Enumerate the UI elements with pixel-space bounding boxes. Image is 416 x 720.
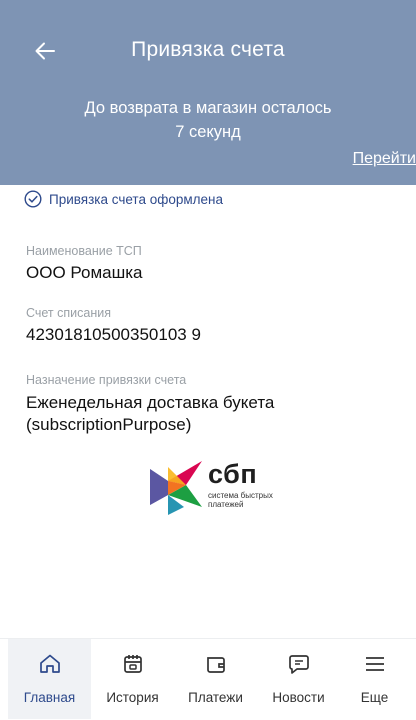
countdown-line1: До возврата в магазин осталось	[84, 99, 332, 117]
purpose-label: Назначение привязки счета	[26, 373, 187, 387]
account-value: 42301810500350103 9	[26, 325, 201, 344]
bottom-navigation: Главная История Платежи Новости Еще	[0, 638, 416, 720]
nav-item-home[interactable]: Главная	[8, 639, 91, 719]
nav-label-more: Еще	[360, 690, 389, 705]
sbp-tagline-2: платежей	[208, 500, 244, 509]
goto-store-link[interactable]: Перейти	[353, 150, 416, 168]
message-icon	[287, 651, 311, 677]
menu-icon	[363, 651, 387, 677]
merchant-field: Наименование ТСП ООО Ромашка	[26, 243, 143, 284]
countdown-line2: 7 секунд	[175, 123, 241, 141]
header-banner: Привязка счета До возврата в магазин ост…	[0, 0, 416, 185]
nav-label-news: Новости	[272, 690, 325, 705]
sbp-tagline-1: система быстрых	[208, 491, 273, 500]
status-text: Привязка счета оформлена	[49, 191, 223, 207]
sbp-logo: сбп система быстрых платежей	[148, 455, 298, 521]
merchant-value: ООО Ромашка	[26, 263, 143, 282]
nav-label-home: Главная	[23, 690, 76, 705]
home-icon	[38, 651, 62, 677]
nav-item-more[interactable]: Еще	[333, 639, 416, 719]
merchant-label: Наименование ТСП	[26, 244, 142, 258]
purpose-field: Назначение привязки счета Еженедельная д…	[26, 372, 326, 436]
nav-item-news[interactable]: Новости	[257, 639, 340, 719]
check-circle-icon	[24, 190, 42, 208]
sbp-logo-icon	[150, 461, 202, 515]
account-label: Счет списания	[26, 306, 111, 320]
sbp-wordmark: сбп	[208, 459, 258, 489]
wallet-icon	[204, 651, 228, 677]
account-field: Счет списания 42301810500350103 9	[26, 305, 201, 346]
page-title: Привязка счета	[131, 38, 285, 61]
nav-label-history: История	[106, 690, 159, 705]
nav-label-payments: Платежи	[188, 690, 243, 705]
calendar-icon	[121, 651, 145, 677]
nav-item-payments[interactable]: Платежи	[174, 639, 257, 719]
purpose-value: Еженедельная доставка букета (subscripti…	[26, 393, 275, 434]
redirect-countdown: До возврата в магазин осталось 7 секунд	[0, 96, 416, 144]
nav-item-history[interactable]: История	[91, 639, 174, 719]
status-row: Привязка счета оформлена	[24, 190, 223, 208]
